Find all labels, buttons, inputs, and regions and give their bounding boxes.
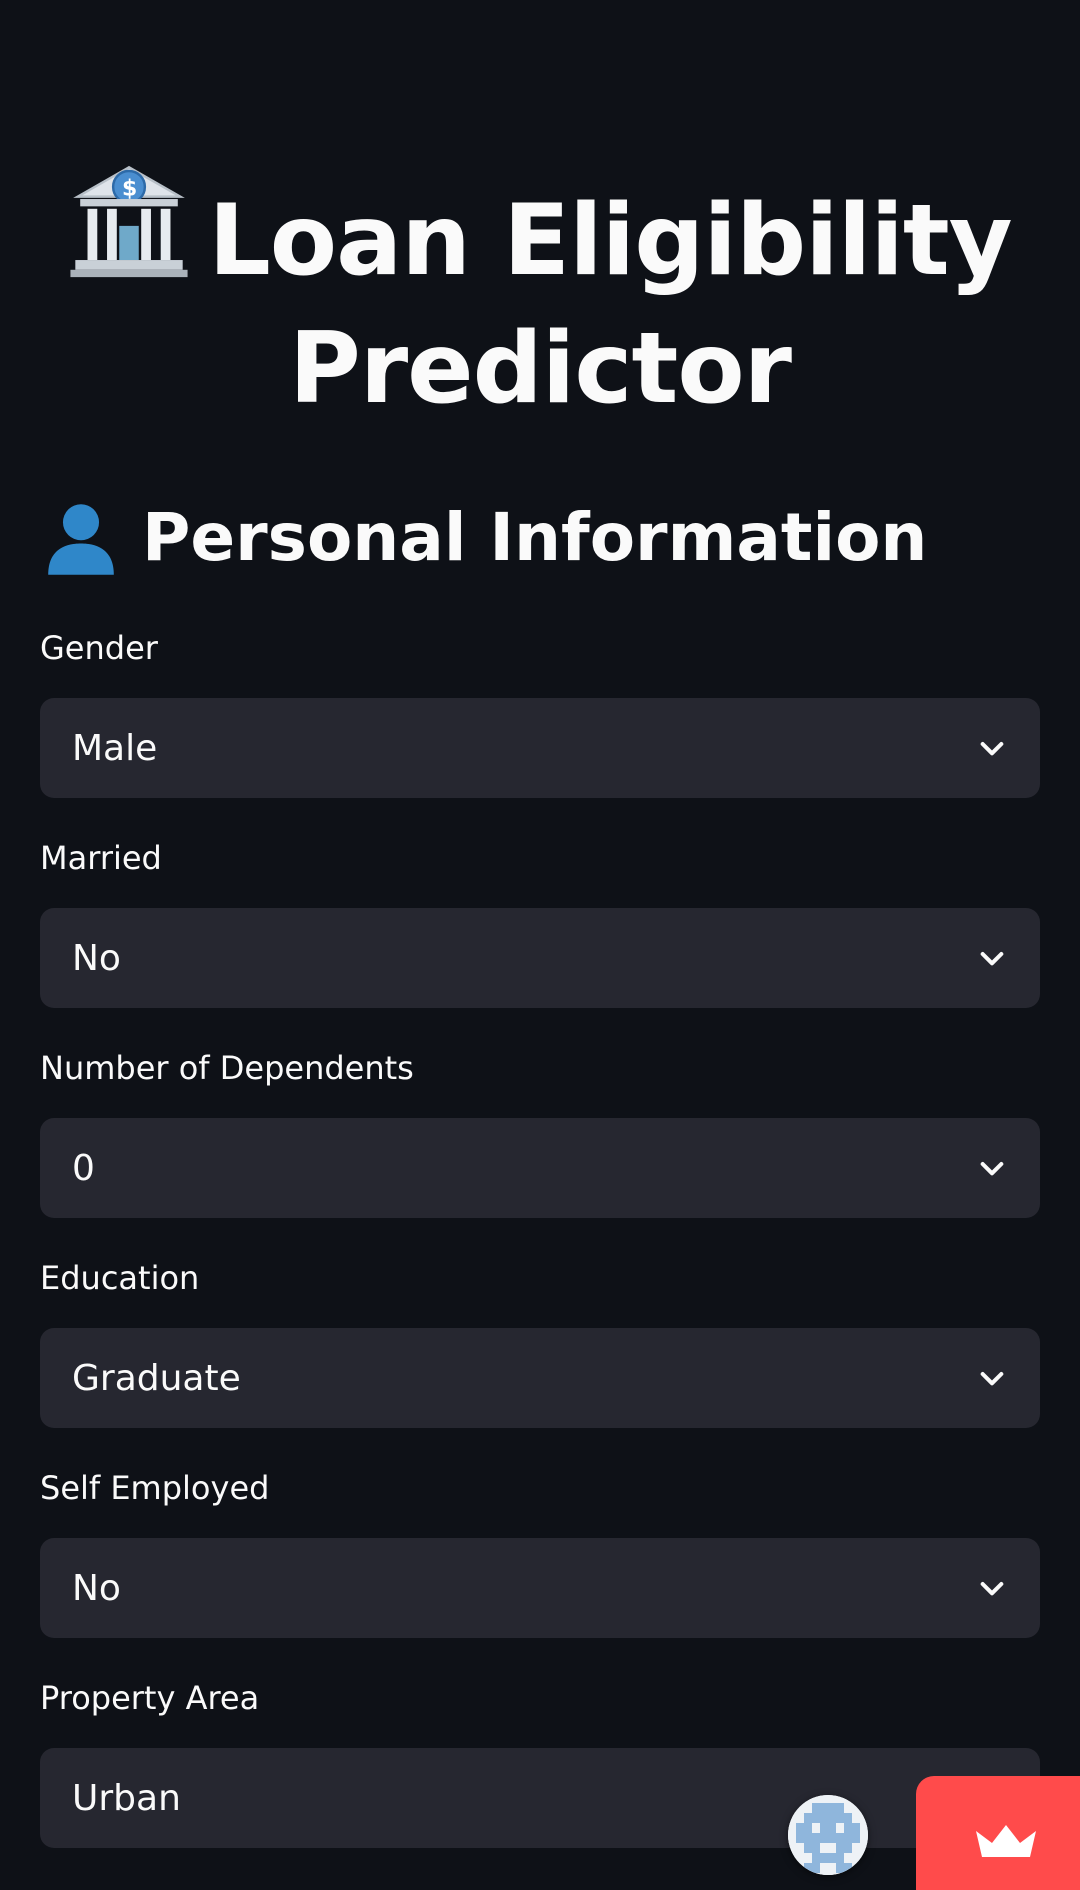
self-employed-label: Self Employed bbox=[40, 1469, 270, 1507]
chevron-down-icon bbox=[980, 1582, 1004, 1596]
app-page: $ Loan Eligibility Predictor Personal In… bbox=[0, 0, 1080, 1890]
section-heading-text: Personal Information bbox=[142, 498, 928, 576]
education-label: Education bbox=[40, 1259, 200, 1297]
streamlit-badge-button[interactable] bbox=[916, 1776, 1080, 1890]
property-area-label: Property Area bbox=[40, 1679, 260, 1717]
property-area-select[interactable]: Urban bbox=[40, 1748, 1040, 1848]
chevron-down-icon bbox=[980, 1162, 1004, 1176]
property-area-selected-value: Urban bbox=[72, 1777, 181, 1819]
education-field: Education Graduate bbox=[40, 1258, 1040, 1428]
page-title: $ Loan Eligibility Predictor bbox=[40, 160, 1040, 433]
svg-text:$: $ bbox=[122, 176, 136, 201]
gender-label: Gender bbox=[40, 629, 158, 667]
self-employed-select[interactable]: No bbox=[40, 1538, 1040, 1638]
married-selected-value: No bbox=[72, 937, 121, 979]
gender-select[interactable]: Male bbox=[40, 698, 1040, 798]
streamlit-crown-icon bbox=[976, 1825, 1036, 1857]
dependents-selected-value: 0 bbox=[72, 1147, 95, 1189]
chevron-down-icon bbox=[980, 742, 1004, 756]
dependents-field: Number of Dependents 0 bbox=[40, 1048, 1040, 1218]
chevron-down-icon bbox=[980, 1372, 1004, 1386]
user-avatar-button[interactable] bbox=[788, 1795, 868, 1875]
dependents-label: Number of Dependents bbox=[40, 1049, 414, 1087]
chevron-down-icon bbox=[980, 952, 1004, 966]
education-selected-value: Graduate bbox=[72, 1357, 241, 1399]
married-select[interactable]: No bbox=[40, 908, 1040, 1008]
dependents-select[interactable]: 0 bbox=[40, 1118, 1040, 1218]
avatar-icon bbox=[788, 1795, 868, 1875]
bank-icon: $ bbox=[70, 165, 188, 278]
married-field: Married No bbox=[40, 838, 1040, 1008]
self-employed-field: Self Employed No bbox=[40, 1468, 1040, 1638]
gender-selected-value: Male bbox=[72, 727, 158, 769]
property-area-field: Property Area Urban bbox=[40, 1678, 1040, 1848]
self-employed-selected-value: No bbox=[72, 1567, 121, 1609]
section-heading-personal-information: Personal Information bbox=[40, 492, 927, 582]
married-label: Married bbox=[40, 839, 162, 877]
gender-field: Gender Male bbox=[40, 628, 1040, 798]
page-title-text: Loan Eligibility Predictor bbox=[208, 184, 1012, 426]
education-select[interactable]: Graduate bbox=[40, 1328, 1040, 1428]
person-icon bbox=[48, 504, 114, 575]
